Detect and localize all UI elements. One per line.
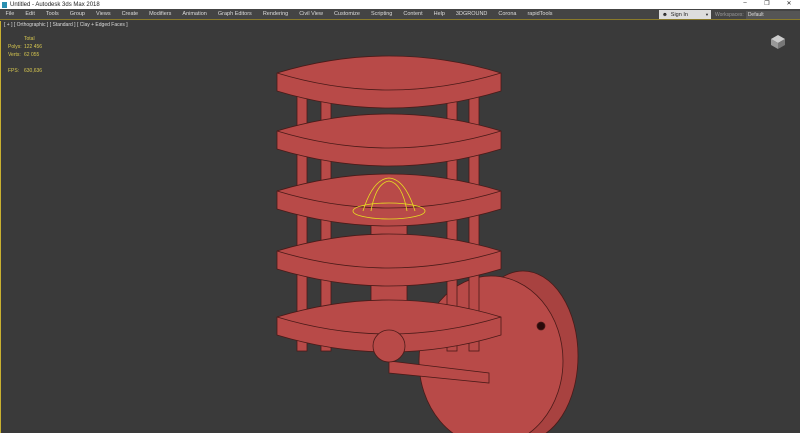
restore-button[interactable]: ❐ (756, 0, 778, 7)
app-logo-icon (2, 1, 7, 8)
viewport-label[interactable]: [ + ] [ Orthographic ] [ Standard ] [ Cl… (4, 22, 128, 28)
user-icon: ☻ (662, 11, 668, 18)
menu-graph-editors[interactable]: Graph Editors (212, 11, 257, 17)
menu-tools[interactable]: Tools (40, 11, 64, 17)
ring-2 (276, 113, 502, 167)
menu-group[interactable]: Group (64, 11, 90, 17)
chevron-down-icon: ▼ (705, 12, 709, 17)
verts-label: Verts: (8, 52, 21, 58)
plate-hole (536, 321, 546, 331)
viewport-orthographic[interactable]: [ + ] [ Orthographic ] [ Standard ] [ Cl… (0, 21, 800, 433)
menu-file[interactable]: File (0, 11, 20, 17)
menu-edit[interactable]: Edit (20, 11, 40, 17)
ring-3 (276, 173, 502, 227)
menu-animation[interactable]: Animation (177, 11, 212, 17)
menu-corona[interactable]: Corona (493, 11, 522, 17)
workspaces-dropdown[interactable]: Default (745, 10, 800, 19)
menu-content[interactable]: Content (398, 11, 428, 17)
ring-1 (276, 55, 502, 109)
sign-in-label: Sign In (670, 11, 688, 18)
viewcube-icon[interactable] (768, 33, 788, 51)
menu-modifiers[interactable]: Modifiers (144, 11, 177, 17)
menu-create[interactable]: Create (116, 11, 144, 17)
joint-ball (372, 329, 406, 363)
polys-label: Polys: (8, 44, 22, 50)
menu-rendering[interactable]: Rendering (257, 11, 293, 17)
ring-4 (276, 233, 502, 287)
menu-help[interactable]: Help (428, 11, 450, 17)
sign-in-button[interactable]: ☻ Sign In ▼ (659, 10, 711, 19)
lamp-model (276, 55, 579, 433)
menu-civil-view[interactable]: Civil View (294, 11, 329, 17)
menu-views[interactable]: Views (91, 11, 117, 17)
fps-value: 630,636 (24, 68, 43, 74)
fps-label: FPS: (8, 68, 20, 74)
title-bar: Untitled - Autodesk 3ds Max 2018 – ❐ ✕ (0, 0, 800, 9)
menu-customize[interactable]: Customize (328, 11, 365, 17)
verts-value: 62 055 (24, 52, 40, 58)
window-title: Untitled - Autodesk 3ds Max 2018 (10, 1, 100, 8)
stats-header: Total (24, 36, 35, 42)
menu-rapidtools[interactable]: rapidTools (522, 11, 558, 17)
minimize-button[interactable]: – (734, 0, 756, 7)
menu-scripting[interactable]: Scripting (365, 11, 397, 17)
workspaces: Workspaces: Default (715, 10, 800, 19)
polys-value: 122 456 (24, 44, 43, 50)
workspaces-label: Workspaces: (715, 11, 744, 18)
statistics-overlay: Total Polys: 122 456 Verts: 62 055 FPS: 630… (8, 35, 42, 75)
menu-3dground[interactable]: 3DGROUND (450, 11, 492, 17)
menu-bar: File Edit Tools Group Views Create Modif… (0, 9, 800, 20)
close-button[interactable]: ✕ (778, 0, 800, 7)
